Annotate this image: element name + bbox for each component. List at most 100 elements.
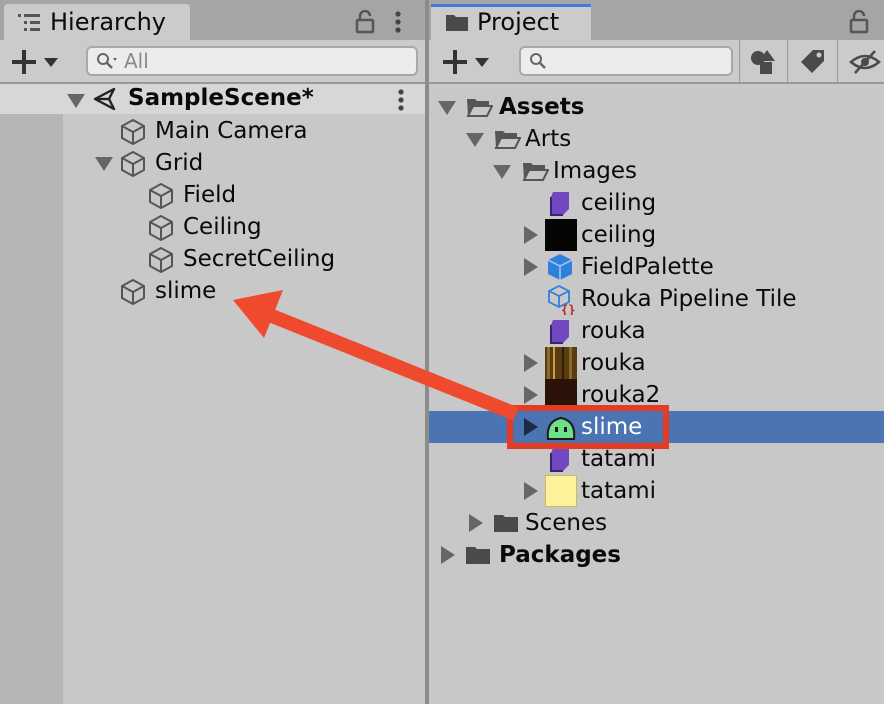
tree-item-label: rouka	[581, 350, 646, 376]
dropdown-arrow-icon	[475, 57, 489, 67]
svg-text:{}: {}	[561, 303, 575, 315]
hierarchy-search-input[interactable]: All	[86, 46, 418, 76]
tab-hierarchy[interactable]: Hierarchy	[4, 4, 190, 40]
slime-sprite-icon	[546, 416, 576, 440]
material-icon	[550, 448, 569, 472]
tree-item-images[interactable]: Images	[429, 155, 884, 187]
hierarchy-list-icon	[18, 14, 40, 31]
project-tab-label: Project	[477, 8, 560, 36]
tree-item-label: Rouka Pipeline Tile	[581, 286, 797, 312]
tree-item-label: ceiling	[581, 190, 657, 216]
tree-item-label: slime	[581, 414, 643, 440]
expand-arrow[interactable]	[524, 258, 538, 276]
grid-expand-arrow[interactable]	[95, 157, 113, 171]
visibility-icon[interactable]	[849, 48, 881, 76]
tree-item-label: rouka2	[581, 382, 661, 408]
hierarchy-item-label: Grid	[155, 150, 204, 176]
scene-name: SampleScene*	[128, 85, 314, 111]
tab-project[interactable]: Project	[431, 4, 591, 40]
toolbar-separator	[837, 40, 838, 82]
dropdown-arrow-icon	[44, 57, 58, 67]
tree-item-label: ceiling	[581, 222, 657, 248]
hierarchy-item-ceiling[interactable]: Ceiling	[63, 211, 425, 243]
texture-thumbnail-wood	[545, 347, 577, 379]
hierarchy-item-label: Main Camera	[155, 118, 308, 144]
tree-item-ceiling-material[interactable]: ceiling	[429, 187, 884, 219]
tree-item-label: tatami	[581, 446, 657, 472]
create-button[interactable]	[10, 46, 58, 78]
active-tab-indicator	[431, 4, 591, 7]
tile-icon: {}	[548, 285, 575, 315]
hierarchy-tabbar: Hierarchy	[0, 0, 425, 40]
tree-item-label: Arts	[525, 126, 572, 152]
hierarchy-tab-label: Hierarchy	[50, 8, 167, 36]
expand-arrow[interactable]	[466, 133, 484, 147]
scene-menu-icon[interactable]	[396, 88, 406, 112]
filter-type-icon[interactable]	[749, 48, 777, 76]
expand-arrow[interactable]	[441, 546, 455, 564]
cube-icon	[149, 215, 173, 241]
cube-icon	[121, 151, 145, 177]
hierarchy-item-secretceiling[interactable]: SecretCeiling	[63, 243, 425, 275]
expand-arrow[interactable]	[524, 482, 538, 500]
create-asset-button[interactable]	[441, 46, 489, 78]
tree-item-tatami-material[interactable]: tatami	[429, 443, 884, 475]
project-toolbar	[429, 40, 884, 84]
tree-item-assets[interactable]: Assets	[429, 91, 884, 123]
cube-icon	[149, 183, 173, 209]
hierarchy-item-label: slime	[155, 278, 217, 304]
lock-icon[interactable]	[849, 10, 869, 34]
tree-item-label: Packages	[499, 542, 621, 568]
tree-item-tatami-texture[interactable]: tatami	[429, 475, 884, 507]
expand-arrow[interactable]	[524, 386, 538, 404]
tree-item-rouka-texture[interactable]: rouka	[429, 347, 884, 379]
expand-arrow[interactable]	[469, 514, 483, 532]
cube-icon	[121, 279, 145, 305]
hierarchy-item-main-camera[interactable]: Main Camera	[63, 115, 425, 147]
cube-icon	[121, 119, 145, 145]
folder-icon	[466, 547, 490, 564]
expand-arrow[interactable]	[524, 418, 538, 436]
material-icon	[550, 320, 569, 344]
tree-item-label: Scenes	[525, 510, 608, 536]
hierarchy-item-label: SecretCeiling	[183, 246, 336, 272]
cube-icon	[149, 247, 173, 273]
expand-arrow[interactable]	[524, 354, 538, 372]
tree-item-rouka-pipeline-tile[interactable]: {} Rouka Pipeline Tile	[429, 283, 884, 315]
project-panel: Project Assets Arts Images ceiling ceili…	[429, 0, 884, 704]
tree-item-fieldpalette[interactable]: FieldPalette	[429, 251, 884, 283]
tree-item-ceiling-texture[interactable]: ceiling	[429, 219, 884, 251]
expand-arrow[interactable]	[438, 101, 456, 115]
label-tag-icon[interactable]	[799, 48, 827, 76]
lock-icon[interactable]	[355, 10, 375, 34]
kebab-menu-icon[interactable]	[393, 10, 403, 34]
plus-icon	[443, 50, 467, 74]
expand-arrow[interactable]	[493, 165, 511, 179]
tree-item-arts[interactable]: Arts	[429, 123, 884, 155]
tree-item-rouka-material[interactable]: rouka	[429, 315, 884, 347]
scene-header[interactable]: SampleScene*	[0, 84, 425, 114]
hierarchy-item-slime[interactable]: slime	[63, 275, 425, 307]
material-icon	[550, 192, 569, 216]
project-search-input[interactable]	[519, 46, 733, 76]
tree-item-rouka2[interactable]: rouka2	[429, 379, 884, 411]
project-tabbar: Project	[429, 0, 884, 40]
folder-icon	[494, 515, 518, 532]
hierarchy-search-placeholder: All	[124, 49, 149, 73]
hierarchy-item-grid[interactable]: Grid	[63, 147, 425, 179]
plus-icon	[12, 50, 36, 74]
expand-arrow[interactable]	[524, 226, 538, 244]
prefab-icon	[547, 254, 573, 280]
hierarchy-toolbar: All	[0, 40, 425, 84]
tree-item-label: FieldPalette	[581, 254, 714, 280]
tree-item-slime-selected[interactable]: slime	[429, 411, 884, 443]
tree-item-scenes[interactable]: Scenes	[429, 507, 884, 539]
tree-item-label: tatami	[581, 478, 657, 504]
scene-expand-arrow[interactable]	[67, 94, 85, 108]
hierarchy-item-field[interactable]: Field	[63, 179, 425, 211]
toolbar-separator	[739, 40, 740, 82]
tree-item-packages[interactable]: Packages	[429, 539, 884, 571]
tree-item-label: Images	[553, 158, 638, 184]
tree-item-label: rouka	[581, 318, 646, 344]
toolbar-separator	[787, 40, 788, 82]
